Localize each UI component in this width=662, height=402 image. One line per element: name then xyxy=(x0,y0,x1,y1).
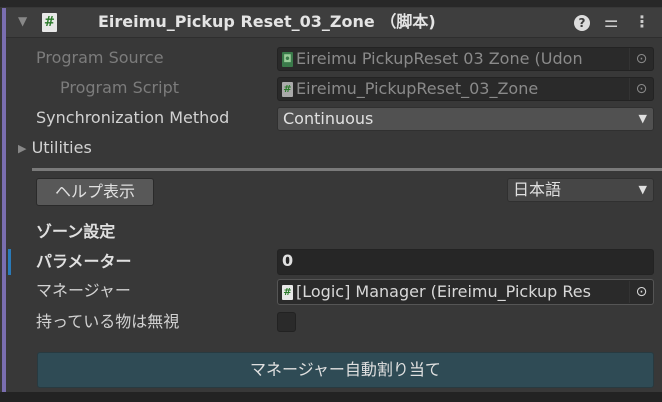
csharp-script-icon: # xyxy=(42,13,57,32)
manager-value: [Logic] Manager (Eireimu_Pickup Res xyxy=(296,282,591,301)
sync-method-dropdown[interactable]: Continuous ▼ xyxy=(277,107,654,131)
presets-icon[interactable]: ⚌ xyxy=(604,12,618,31)
ignore-held-checkbox[interactable] xyxy=(277,312,296,332)
separator xyxy=(32,168,662,171)
modified-marker xyxy=(8,249,11,275)
udon-asset-icon: ◘ xyxy=(282,51,293,67)
section-title: ゾーン設定 xyxy=(36,222,116,241)
sync-method-value: Continuous xyxy=(283,109,374,128)
program-source-field[interactable]: ◘ Eireimu PickupReset 03 Zone (Udon ⊙ xyxy=(277,47,654,71)
object-picker-icon[interactable]: ⊙ xyxy=(629,78,653,100)
manager-field[interactable]: # [Logic] Manager (Eireimu_Pickup Res ⊙ xyxy=(277,279,654,305)
auto-assign-manager-button[interactable]: マネージャー自動割り当て xyxy=(37,352,654,388)
top-border xyxy=(0,0,662,7)
utilities-foldout[interactable]: ▶ Utilities xyxy=(18,137,92,159)
parameter-input[interactable]: 0 xyxy=(277,249,654,275)
ignore-held-label: 持っている物は無視 xyxy=(36,312,180,331)
foldout-arrow-icon: ▶ xyxy=(18,142,27,155)
chevron-down-icon: ▼ xyxy=(638,183,647,196)
component-title: Eireimu_Pickup Reset_03_Zone （脚本) xyxy=(98,12,436,31)
program-script-field[interactable]: # Eireimu_PickupReset_03_Zone ⊙ xyxy=(277,77,654,101)
program-source-value: Eireimu PickupReset 03 Zone (Udon xyxy=(296,49,583,68)
program-source-label: Program Source xyxy=(36,48,164,67)
object-picker-icon[interactable]: ⊙ xyxy=(629,48,653,70)
program-script-label: Program Script xyxy=(60,78,179,97)
language-dropdown[interactable]: 日本語 ▼ xyxy=(507,178,654,202)
csharp-script-icon: # xyxy=(282,284,293,300)
program-script-value: Eireimu_PickupReset_03_Zone xyxy=(296,79,539,98)
sync-method-label: Synchronization Method xyxy=(36,108,230,127)
foldout-arrow-icon[interactable]: ▼ xyxy=(18,14,27,28)
help-icon[interactable]: ? xyxy=(574,15,590,31)
utilities-label: Utilities xyxy=(31,138,92,157)
manager-label: マネージャー xyxy=(36,281,131,300)
help-toggle-button[interactable]: ヘルプ表示 xyxy=(36,178,154,206)
csharp-script-icon: # xyxy=(282,81,293,97)
parameter-label: パラメーター xyxy=(36,252,132,271)
component-accent-bar xyxy=(2,8,6,392)
bottom-border xyxy=(0,392,662,402)
language-value: 日本語 xyxy=(513,180,562,199)
more-menu-icon[interactable]: ⋮ xyxy=(634,12,650,31)
object-picker-icon[interactable]: ⊙ xyxy=(629,281,653,303)
chevron-down-icon: ▼ xyxy=(638,112,647,125)
component-header[interactable]: ▼ # Eireimu_Pickup Reset_03_Zone （脚本) ? … xyxy=(6,8,662,38)
